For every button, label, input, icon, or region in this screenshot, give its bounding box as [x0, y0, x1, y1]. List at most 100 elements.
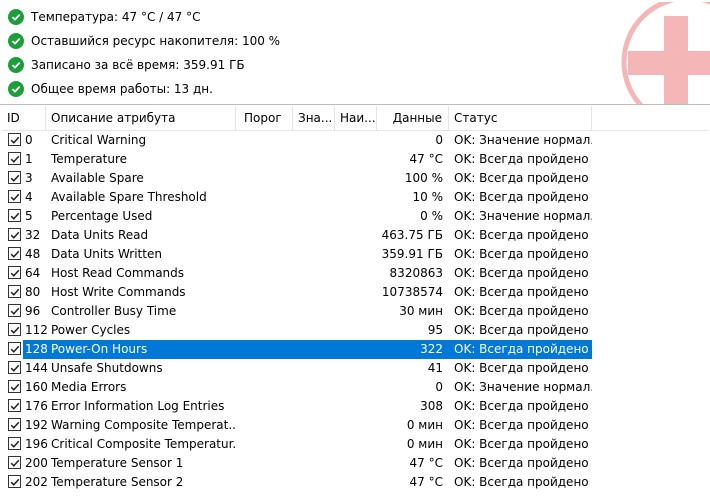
smart-attributes-table[interactable]: ID Описание атрибута Порог Зна... Наи...… [2, 106, 708, 497]
row-checkbox[interactable] [8, 437, 21, 450]
cell-status: OK: Всегда пройдено [454, 361, 589, 375]
cell-status: OK: Всегда пройдено [454, 456, 589, 470]
row-checkbox[interactable] [8, 133, 21, 146]
column-header-description[interactable]: Описание атрибута [46, 106, 236, 130]
cell-id: 32 [25, 228, 41, 242]
cell-status: OK: Всегда пройдено [454, 285, 589, 299]
summary-written: Записано за всё время: 359.91 ГБ [8, 55, 245, 75]
health-cross-icon [606, 2, 710, 104]
row-checkbox[interactable] [8, 399, 21, 412]
row-checkbox[interactable] [8, 228, 21, 241]
cell-id: 196 [25, 437, 48, 451]
row-checkbox[interactable] [8, 171, 21, 184]
cell-id: 160 [25, 380, 48, 394]
row-checkbox[interactable] [8, 418, 21, 431]
cell-description: Power Cycles [51, 323, 131, 337]
summary-separator [0, 104, 710, 105]
cell-data: 359.91 ГБ [381, 247, 443, 261]
table-row[interactable]: 3 Available Spare 100 % OK: Всегда пройдено [2, 169, 708, 188]
table-row[interactable]: 160 Media Errors 0 OK: Значение нормал... [2, 378, 708, 397]
table-row[interactable]: 48 Data Units Written 359.91 ГБ OK: Всегда … [2, 245, 708, 264]
cell-status: OK: Всегда пройдено [454, 266, 589, 280]
cell-description: Unsafe Shutdowns [51, 361, 163, 375]
cell-id: 80 [25, 285, 41, 299]
cell-status: OK: Всегда пройдено [454, 437, 589, 451]
cell-data: 100 % [404, 171, 443, 185]
row-checkbox[interactable] [8, 342, 21, 355]
cell-data: 308 [420, 399, 443, 413]
cell-description: Temperature Sensor 2 [51, 475, 184, 489]
row-checkbox[interactable] [8, 266, 21, 279]
cell-id: 3 [25, 171, 33, 185]
cell-data: 95 [427, 323, 443, 337]
row-checkbox[interactable] [8, 247, 21, 260]
table-row[interactable]: 112 Power Cycles 95 OK: Всегда пройдено [2, 321, 708, 340]
cell-data: 0 мин [406, 418, 443, 432]
table-row[interactable]: 200 Temperature Sensor 1 47 °C OK: Всегда п… [2, 454, 708, 473]
ok-check-icon [8, 9, 24, 25]
summary-uptime: Общее время работы: 13 дн. [8, 79, 213, 99]
table-row[interactable]: 5 Percentage Used 0 % OK: Значение нормал..… [2, 207, 708, 226]
cell-description: Power-On Hours [51, 342, 148, 356]
cell-data: 0 мин [406, 437, 443, 451]
table-row[interactable]: 96 Controller Busy Time 30 мин OK: Всегда п… [2, 302, 708, 321]
table-row[interactable]: 176 Error Information Log Entries 308 OK: В… [2, 397, 708, 416]
column-header-status[interactable]: Статус [449, 106, 592, 130]
table-row[interactable]: 0 Critical Warning 0 OK: Значение нормал... [2, 131, 708, 150]
cell-id: 1 [25, 152, 33, 166]
cell-status: OK: Всегда пройдено [454, 323, 589, 337]
cell-status: OK: Всегда пройдено [454, 304, 589, 318]
column-header-worst[interactable]: Наи... [335, 106, 377, 130]
table-row[interactable]: 144 Unsafe Shutdowns 41 OK: Всегда пройдено [2, 359, 708, 378]
column-header-value[interactable]: Зна... [293, 106, 335, 130]
row-checkbox[interactable] [8, 456, 21, 469]
table-row[interactable]: 32 Data Units Read 463.75 ГБ OK: Всегда про… [2, 226, 708, 245]
row-checkbox[interactable] [8, 475, 21, 488]
cell-status: OK: Всегда пройдено [454, 152, 589, 166]
cell-description: Error Information Log Entries [51, 399, 225, 413]
cell-data: 47 °C [409, 475, 443, 489]
table-row[interactable]: 128 Power-On Hours 322 OK: Всегда пройдено [2, 340, 708, 359]
row-checkbox[interactable] [8, 285, 21, 298]
cell-id: 4 [25, 190, 33, 204]
row-checkbox[interactable] [8, 190, 21, 203]
cell-data: 41 [427, 361, 443, 375]
summary-written-text: Записано за всё время: 359.91 ГБ [31, 58, 245, 72]
cell-status: OK: Значение нормал... [454, 380, 592, 394]
cell-id: 202 [25, 475, 48, 489]
table-header: ID Описание атрибута Порог Зна... Наи...… [2, 106, 708, 131]
cell-status: OK: Всегда пройдено [454, 399, 589, 413]
cell-description: Available Spare [51, 171, 144, 185]
cell-data: 322 [420, 342, 443, 356]
row-checkbox[interactable] [8, 209, 21, 222]
column-header-data[interactable]: Данные [377, 106, 449, 130]
table-row[interactable]: 4 Available Spare Threshold 10 % OK: Всегда… [2, 188, 708, 207]
row-checkbox[interactable] [8, 323, 21, 336]
cell-description: Data Units Written [51, 247, 162, 261]
summary-remaining-text: Оставшийся ресурс накопителя: 100 % [31, 34, 281, 48]
cell-status: OK: Всегда пройдено [454, 247, 589, 261]
column-header-threshold[interactable]: Порог [236, 106, 293, 130]
table-row[interactable]: 196 Critical Composite Temperatur... 0 мин… [2, 435, 708, 454]
row-checkbox[interactable] [8, 152, 21, 165]
row-checkbox[interactable] [8, 380, 21, 393]
table-row[interactable]: 202 Temperature Sensor 2 47 °C OK: Всегда п… [2, 473, 708, 492]
cell-data: 10 % [412, 190, 444, 204]
table-row[interactable]: 1 Temperature 47 °C OK: Всегда пройдено [2, 150, 708, 169]
cell-status: OK: Значение нормал... [454, 209, 592, 223]
cell-description: Available Spare Threshold [51, 190, 207, 204]
cell-id: 176 [25, 399, 48, 413]
cell-id: 48 [25, 247, 41, 261]
cell-description: Percentage Used [51, 209, 153, 223]
table-row[interactable]: 80 Host Write Commands 10738574 OK: Всегда … [2, 283, 708, 302]
row-checkbox[interactable] [8, 304, 21, 317]
cell-data: 0 [435, 380, 443, 394]
row-checkbox[interactable] [8, 361, 21, 374]
table-row[interactable]: 64 Host Read Commands 8320863 OK: Всегда пр… [2, 264, 708, 283]
cell-description: Warning Composite Temperat... [51, 418, 236, 432]
table-row[interactable]: 192 Warning Composite Temperat... 0 мин OK:… [2, 416, 708, 435]
cell-data: 463.75 ГБ [381, 228, 443, 242]
column-header-id[interactable]: ID [2, 106, 46, 130]
ok-check-icon [8, 81, 24, 97]
cell-description: Critical Warning [51, 133, 147, 147]
